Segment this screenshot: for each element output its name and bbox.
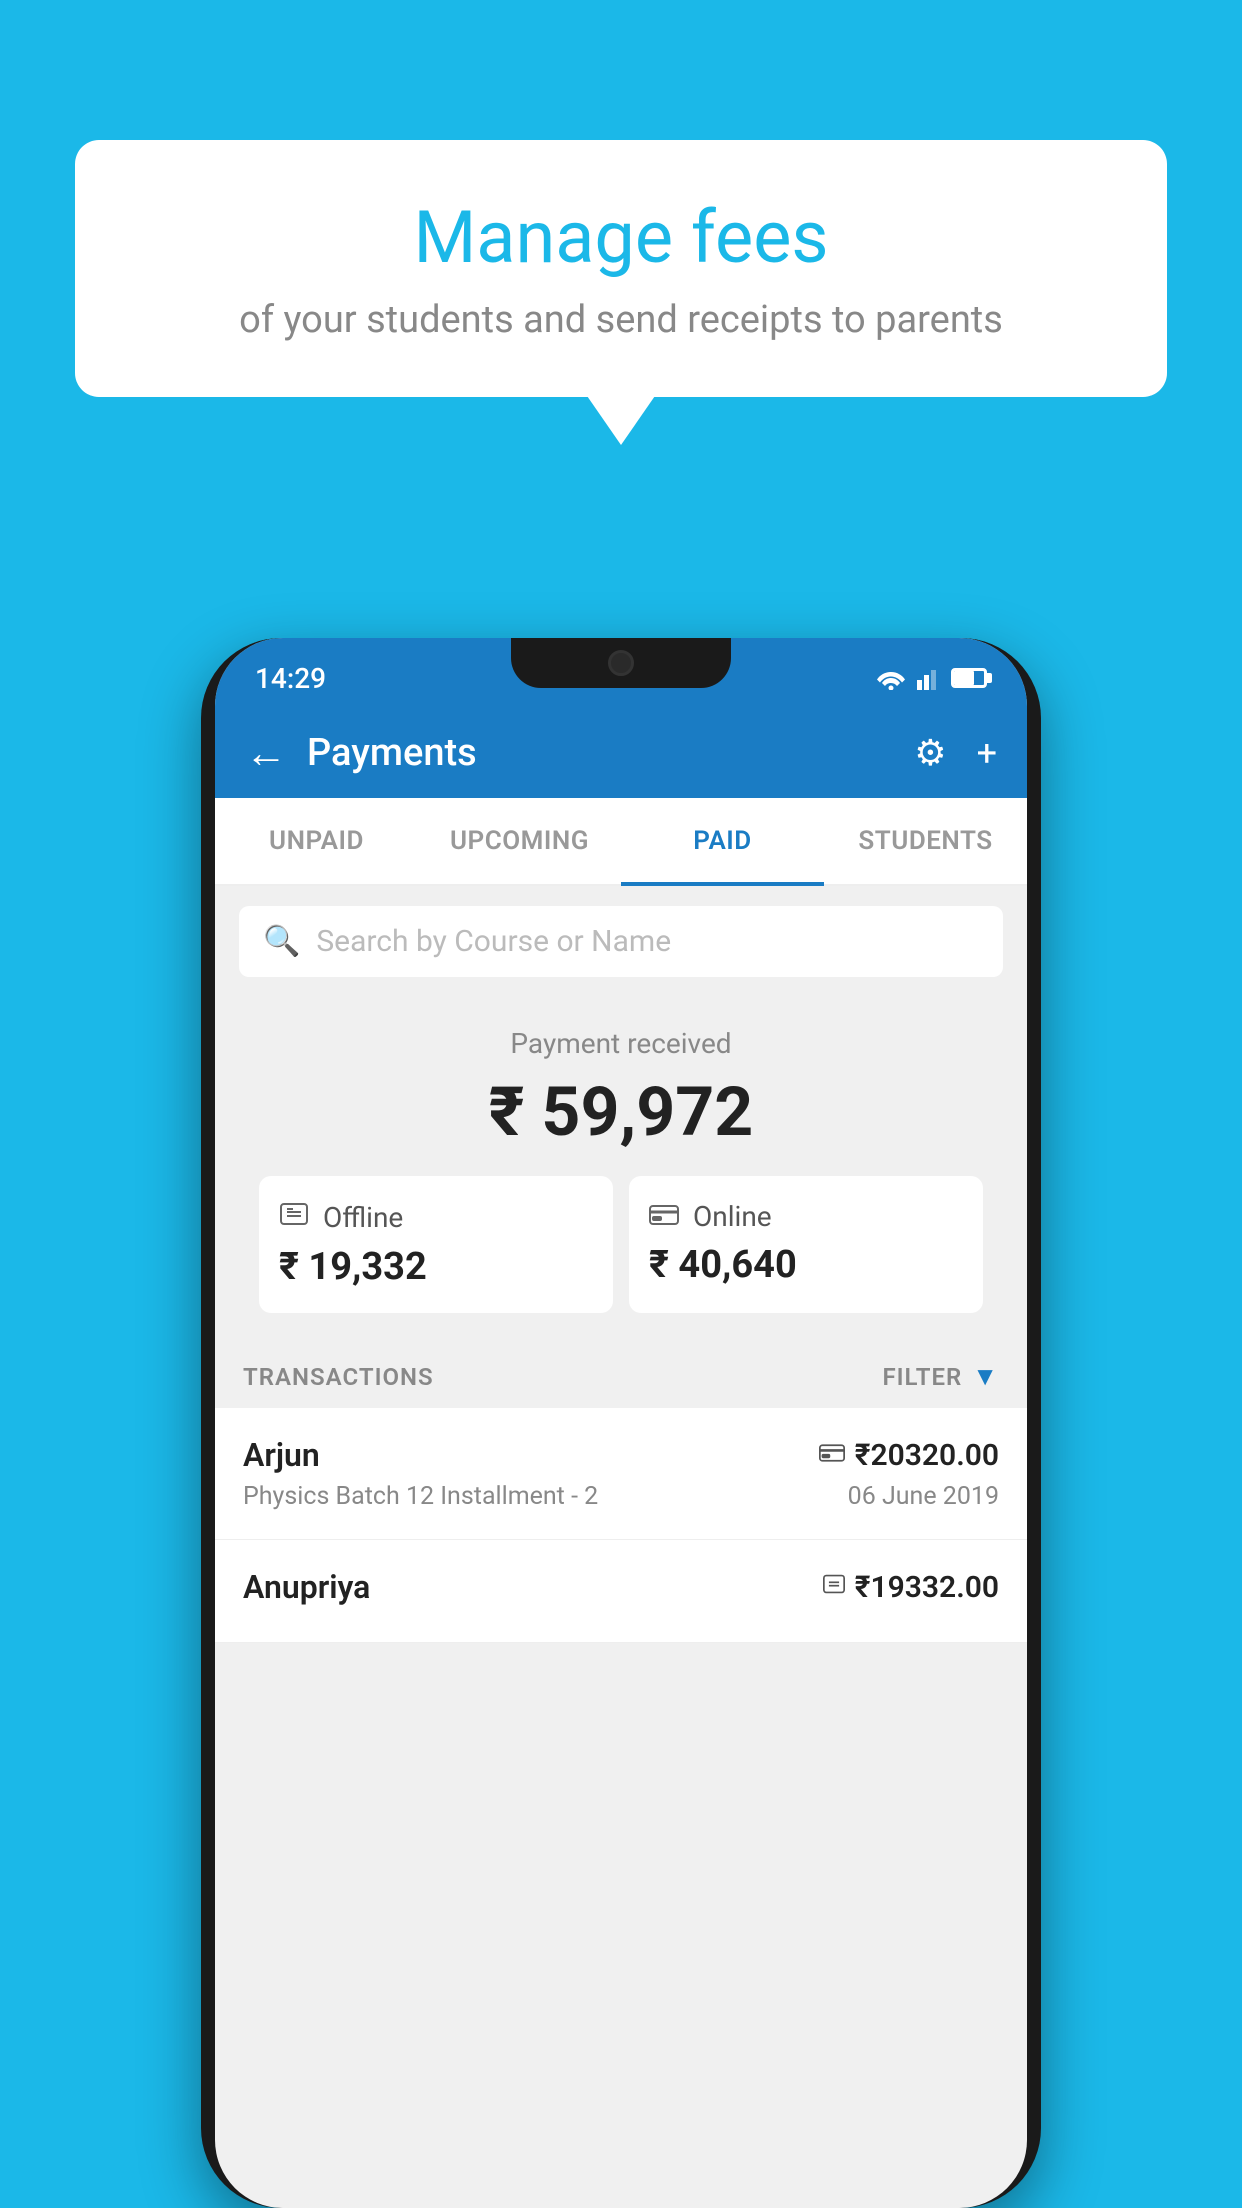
tab-unpaid[interactable]: UNPAID	[215, 798, 418, 884]
online-amount: ₹ 40,640	[649, 1243, 963, 1287]
transaction-cash-icon	[823, 1573, 845, 1601]
offline-icon	[279, 1200, 309, 1235]
transaction-row1: Arjun ₹20320.00	[243, 1436, 999, 1474]
tab-paid[interactable]: PAID	[621, 798, 824, 884]
transaction-row2: Physics Batch 12 Installment - 2 06 June…	[243, 1482, 999, 1511]
speech-bubble-subtitle: of your students and send receipts to pa…	[135, 298, 1107, 342]
transaction-amount: ₹20320.00	[855, 1438, 999, 1473]
content-area: 🔍 Search by Course or Name Payment recei…	[215, 886, 1027, 1643]
settings-button[interactable]: ⚙	[914, 732, 946, 774]
transaction-amount: ₹19332.00	[855, 1570, 999, 1605]
offline-card: Offline ₹ 19,332	[259, 1176, 613, 1313]
payment-amount: ₹ 59,972	[235, 1072, 1007, 1152]
signal-icon	[917, 666, 941, 690]
transaction-item[interactable]: Arjun ₹20320.00	[215, 1408, 1027, 1540]
app-header: ← Payments ⚙ +	[215, 708, 1027, 798]
speech-bubble-title: Manage fees	[135, 195, 1107, 280]
filter-label: FILTER	[882, 1363, 962, 1391]
tab-students[interactable]: STUDENTS	[824, 798, 1027, 884]
tab-upcoming[interactable]: UPCOMING	[418, 798, 621, 884]
transaction-name: Arjun	[243, 1436, 320, 1474]
payment-label: Payment received	[235, 1027, 1007, 1060]
online-card: Online ₹ 40,640	[629, 1176, 983, 1313]
speech-bubble: Manage fees of your students and send re…	[75, 140, 1167, 397]
transaction-item[interactable]: Anupriya ₹19332.00	[215, 1540, 1027, 1643]
phone-frame: 14:29	[201, 638, 1041, 2208]
online-card-header: Online	[649, 1200, 963, 1233]
offline-card-header: Offline	[279, 1200, 593, 1235]
online-icon	[649, 1200, 679, 1233]
speech-bubble-container: Manage fees of your students and send re…	[75, 140, 1167, 397]
status-icons	[875, 666, 987, 690]
search-icon: 🔍	[263, 924, 300, 959]
phone-screen: 14:29	[215, 638, 1027, 2208]
payment-summary: Payment received ₹ 59,972	[215, 997, 1027, 1333]
search-placeholder: Search by Course or Name	[316, 924, 671, 959]
transaction-amount-wrap: ₹20320.00	[819, 1438, 999, 1473]
filter-button[interactable]: FILTER ▼	[882, 1361, 999, 1392]
transaction-row1: Anupriya ₹19332.00	[243, 1568, 999, 1606]
add-button[interactable]: +	[977, 732, 997, 774]
status-time: 14:29	[255, 662, 326, 695]
transactions-header: TRANSACTIONS FILTER ▼	[215, 1333, 1027, 1408]
transaction-card-icon	[819, 1441, 845, 1469]
transaction-course: Physics Batch 12 Installment - 2	[243, 1482, 598, 1511]
back-button[interactable]: ←	[245, 729, 287, 778]
payment-cards: Offline ₹ 19,332	[259, 1176, 983, 1313]
offline-amount: ₹ 19,332	[279, 1245, 593, 1289]
filter-icon: ▼	[972, 1361, 999, 1392]
phone-outer: 14:29	[201, 638, 1041, 2208]
camera	[608, 650, 634, 676]
transaction-date: 06 June 2019	[848, 1482, 999, 1511]
search-bar[interactable]: 🔍 Search by Course or Name	[239, 906, 1003, 977]
offline-type: Offline	[323, 1201, 403, 1234]
battery-icon	[951, 668, 987, 688]
transactions-label: TRANSACTIONS	[243, 1363, 434, 1391]
header-icons: ⚙ +	[914, 732, 997, 774]
transaction-name: Anupriya	[243, 1568, 370, 1606]
wifi-icon	[875, 666, 907, 690]
transaction-amount-wrap: ₹19332.00	[823, 1570, 999, 1605]
online-type: Online	[693, 1200, 772, 1233]
header-title: Payments	[307, 731, 914, 775]
tabs-bar: UNPAID UPCOMING PAID STUDENTS	[215, 798, 1027, 886]
notch	[511, 638, 731, 688]
